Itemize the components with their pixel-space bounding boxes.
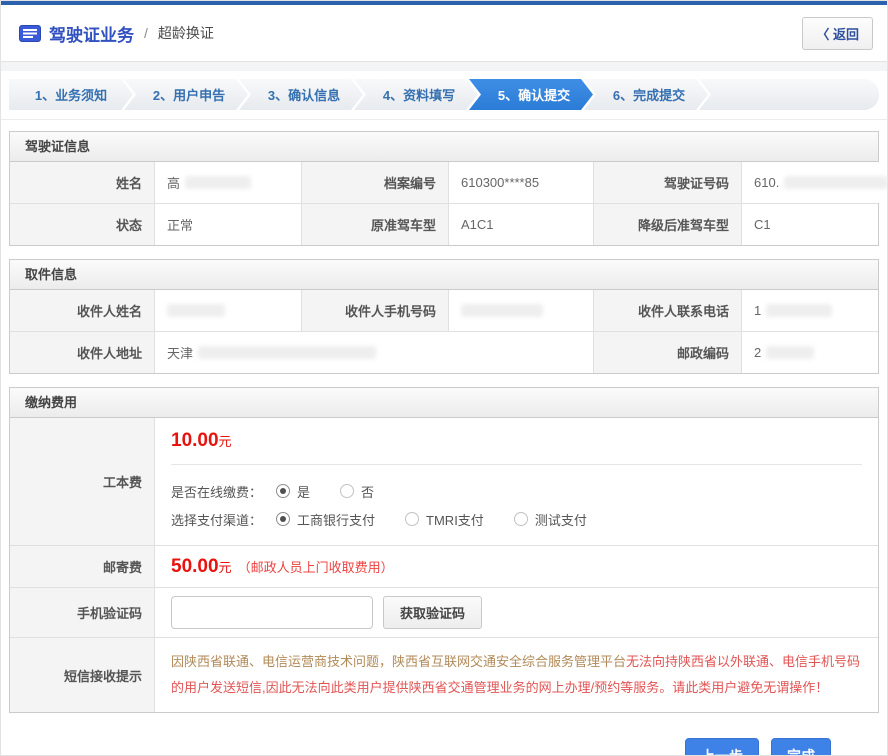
- field-file-number-label: 档案编号: [302, 162, 449, 203]
- field-status-value: 正常: [155, 204, 302, 245]
- redaction-blur: [198, 346, 376, 359]
- back-chevron-icon: 〈: [816, 27, 829, 42]
- radio-online-no-label: 否: [361, 482, 374, 501]
- section-license-info: 驾驶证信息 姓名 高 档案编号 610300****85 驾驶证号码 610. …: [9, 131, 879, 246]
- field-original-class-label: 原准驾车型: [302, 204, 449, 245]
- back-label: 返回: [833, 27, 859, 42]
- fee-divider: [171, 464, 862, 465]
- step-tab-2[interactable]: 2、用户申告: [124, 79, 248, 110]
- postage-unit: 元: [219, 557, 232, 576]
- section-pickup-info: 取件信息 收件人姓名 收件人手机号码 收件人联系电话 1 收件人地址 天津 邮政…: [9, 259, 879, 374]
- get-sms-code-button[interactable]: 获取验证码: [383, 596, 482, 629]
- radio-online-no[interactable]: [340, 484, 354, 498]
- step-tab-1[interactable]: 1、业务须知: [9, 79, 133, 110]
- online-payment-question-label: 是否在线缴费：: [171, 482, 262, 501]
- field-downgraded-class-value: C1: [742, 204, 878, 245]
- redaction-blur: [167, 304, 225, 317]
- redaction-blur: [185, 176, 251, 189]
- field-postage-label: 邮寄费: [10, 546, 155, 587]
- previous-step-button[interactable]: 上一步: [685, 738, 759, 756]
- finish-button[interactable]: 完成: [771, 738, 831, 756]
- field-original-class-value: A1C1: [449, 204, 594, 245]
- radio-channel-test-label: 测试支付: [535, 510, 587, 529]
- field-sms-notice-label: 短信接收提示: [10, 638, 155, 712]
- payment-channel-question: 选择支付渠道： 工商银行支付 TMRI支付 测试支付: [171, 505, 862, 533]
- postage-amount: 50.00: [171, 556, 219, 578]
- field-sms-code-label: 手机验证码: [10, 588, 155, 637]
- page: 驾驶证业务 / 超龄换证 〈 返回 1、业务须知 2、用户申告 3、确认信息 4…: [0, 0, 888, 756]
- field-recipient-mobile-label: 收件人手机号码: [302, 290, 449, 331]
- field-recipient-phone-label: 收件人联系电话: [594, 290, 742, 331]
- redaction-blur: [784, 176, 888, 189]
- field-postage-value: 50.00元 （邮政人员上门收取费用）: [155, 546, 878, 587]
- radio-channel-tmri[interactable]: [405, 512, 419, 526]
- sms-notice-plain: 因陕西省联通、电信运营商技术问题，陕西省互联网交通安全综合服务管理平台: [171, 654, 626, 669]
- field-recipient-address-label: 收件人地址: [10, 332, 155, 373]
- radio-channel-icbc[interactable]: [276, 512, 290, 526]
- field-status-label: 状态: [10, 204, 155, 245]
- footer-actions: 上一步 完成: [1, 726, 887, 756]
- radio-channel-tmri-label: TMRI支付: [426, 510, 484, 529]
- online-payment-question: 是否在线缴费： 是 否: [171, 477, 862, 505]
- field-name-label: 姓名: [10, 162, 155, 203]
- section-license-title: 驾驶证信息: [10, 132, 878, 162]
- radio-online-yes-label: 是: [297, 482, 310, 501]
- field-recipient-name-label: 收件人姓名: [10, 290, 155, 331]
- field-recipient-mobile-value: [449, 290, 594, 331]
- header: 驾驶证业务 / 超龄换证 〈 返回: [1, 5, 887, 61]
- back-button[interactable]: 〈 返回: [802, 17, 873, 50]
- breadcrumb-current: 超龄换证: [158, 23, 214, 43]
- field-postal-code-label: 邮政编码: [594, 332, 742, 373]
- payment-channel-question-label: 选择支付渠道：: [171, 510, 262, 529]
- radio-channel-test[interactable]: [514, 512, 528, 526]
- field-license-number-value: 610.: [742, 162, 888, 203]
- redaction-blur: [766, 304, 832, 317]
- postage-note: （邮政人员上门收取费用）: [238, 557, 394, 576]
- field-license-number-label: 驾驶证号码: [594, 162, 742, 203]
- breadcrumb-separator: /: [144, 25, 148, 41]
- card-fee-amount: 10.00: [171, 430, 219, 451]
- section-fees-title: 缴纳费用: [10, 388, 878, 418]
- field-downgraded-class-label: 降级后准驾车型: [594, 204, 742, 245]
- field-recipient-address-value: 天津: [155, 332, 594, 373]
- breadcrumb: 驾驶证业务 / 超龄换证: [19, 21, 802, 46]
- radio-channel-icbc-label: 工商银行支付: [297, 510, 375, 529]
- wizard-steps: 1、业务须知 2、用户申告 3、确认信息 4、资料填写 5、确认提交 6、完成提…: [1, 71, 887, 120]
- field-file-number-value: 610300****85: [449, 162, 594, 203]
- step-track-filler: [699, 79, 879, 110]
- step-tab-6[interactable]: 6、完成提交: [584, 79, 708, 110]
- page-title: 驾驶证业务: [49, 21, 134, 46]
- field-recipient-phone-value: 1: [742, 290, 878, 331]
- field-sms-code-value: 获取验证码: [155, 588, 878, 637]
- header-divider: [1, 61, 887, 71]
- field-name-value: 高: [155, 162, 302, 203]
- step-tab-5-active[interactable]: 5、确认提交: [469, 79, 593, 110]
- field-card-fee-label: 工本费: [10, 418, 155, 545]
- redaction-blur: [766, 346, 814, 359]
- redaction-blur: [461, 304, 543, 317]
- sms-notice-text: 因陕西省联通、电信运营商技术问题，陕西省互联网交通安全综合服务管理平台无法向持陕…: [155, 638, 878, 712]
- field-postal-code-value: 2: [742, 332, 878, 373]
- step-tab-4[interactable]: 4、资料填写: [354, 79, 478, 110]
- license-form-icon: [19, 25, 41, 42]
- radio-online-yes[interactable]: [276, 484, 290, 498]
- section-pickup-title: 取件信息: [10, 260, 878, 290]
- step-tab-3[interactable]: 3、确认信息: [239, 79, 363, 110]
- field-recipient-name-value: [155, 290, 302, 331]
- sms-code-input[interactable]: [171, 596, 373, 629]
- card-fee-unit: 元: [219, 434, 232, 449]
- section-fees: 缴纳费用 工本费 10.00元 是否在线缴费： 是 否 选择支付渠道： 工商银行…: [9, 387, 879, 713]
- field-card-fee-value: 10.00元 是否在线缴费： 是 否 选择支付渠道： 工商银行支付 TMRI支付…: [155, 418, 878, 545]
